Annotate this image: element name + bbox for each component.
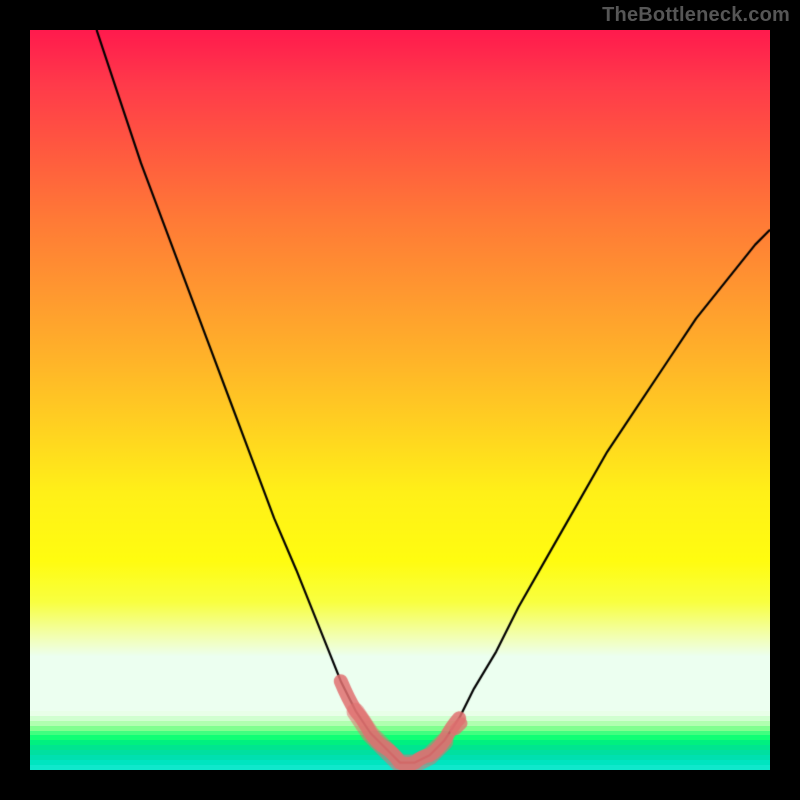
- plot-area: [30, 30, 770, 770]
- attribution-watermark: TheBottleneck.com: [602, 4, 790, 27]
- bottleneck-curve: [30, 30, 770, 770]
- chart-frame: TheBottleneck.com: [0, 0, 800, 800]
